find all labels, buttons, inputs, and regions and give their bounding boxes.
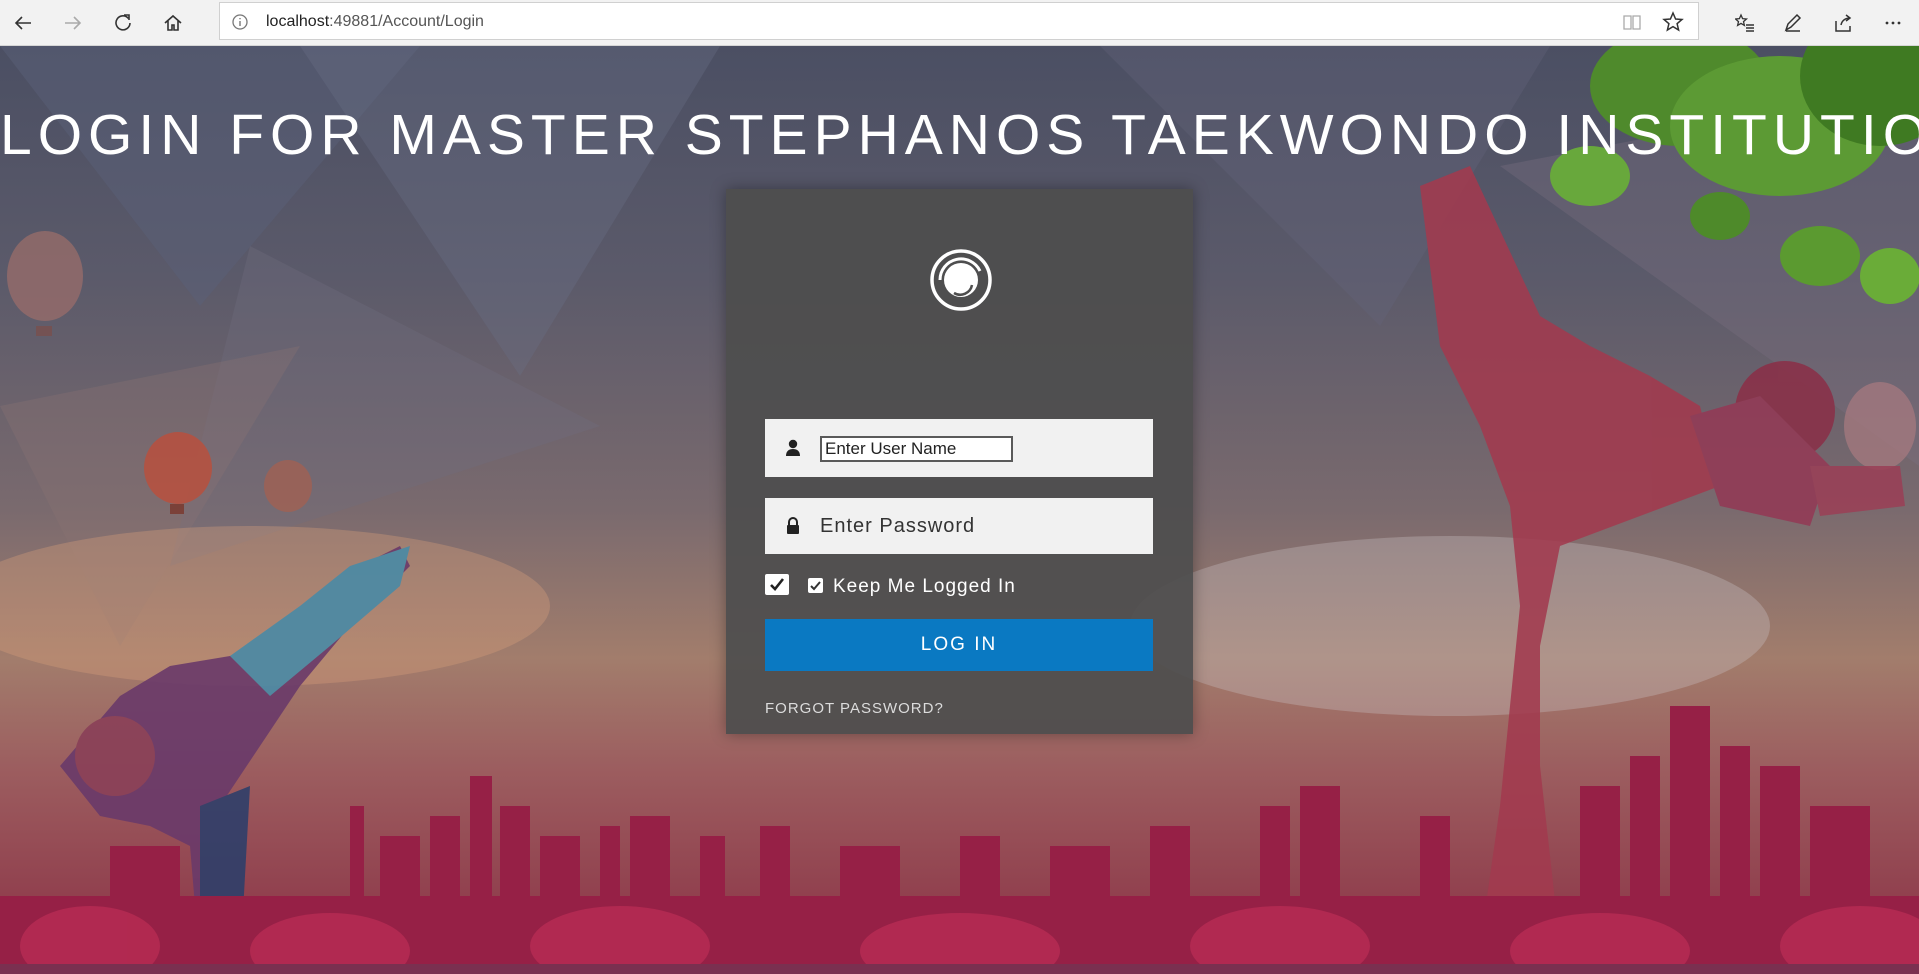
share-button[interactable] <box>1825 5 1861 41</box>
address-bar[interactable]: localhost:49881/Account/Login <box>219 2 1699 40</box>
back-icon <box>14 16 31 30</box>
username-input[interactable] <box>820 436 1013 462</box>
keep-logged-in-checkbox[interactable] <box>808 578 823 593</box>
home-icon <box>164 14 182 31</box>
favorites-list-button[interactable] <box>1727 5 1763 41</box>
user-icon <box>786 439 800 456</box>
keep-logged-in-label[interactable]: Keep Me Logged In <box>833 576 1016 598</box>
refresh-button[interactable] <box>105 5 141 41</box>
back-button[interactable] <box>5 5 41 41</box>
balloon <box>264 460 312 512</box>
balloon <box>7 231 83 336</box>
url-text[interactable]: localhost:49881/Account/Login <box>266 13 484 31</box>
url-host: localhost <box>266 13 330 30</box>
url-path: :49881/Account/Login <box>329 13 484 30</box>
share-icon <box>1835 14 1852 32</box>
login-page: LOGIN FOR MASTER STEPHANOS TAEKWONDO INS… <box>0 46 1919 974</box>
check-icon <box>770 578 785 591</box>
pen-button[interactable] <box>1775 5 1811 41</box>
password-field <box>765 498 1153 554</box>
home-button[interactable] <box>155 5 191 41</box>
favorite-star-icon[interactable] <box>1662 11 1684 33</box>
logo-icon <box>930 249 992 311</box>
login-button[interactable]: LOG IN <box>765 619 1153 671</box>
lock-icon <box>787 517 799 534</box>
refresh-icon <box>115 14 131 31</box>
reading-view-icon[interactable] <box>1622 12 1642 32</box>
page-title: LOGIN FOR MASTER STEPHANOS TAEKWONDO INS… <box>0 103 1919 167</box>
username-field <box>765 419 1153 477</box>
forward-button[interactable] <box>55 5 91 41</box>
check-icon <box>810 581 821 591</box>
remember-me-checkbox[interactable] <box>765 574 789 595</box>
pen-icon <box>1784 13 1802 32</box>
favorites-list-icon <box>1735 13 1754 32</box>
forward-icon <box>65 16 82 30</box>
login-card: Keep Me Logged In LOG IN FORGOT PASSWORD… <box>726 189 1193 734</box>
more-button[interactable] <box>1875 5 1911 41</box>
password-input[interactable] <box>820 512 1120 540</box>
browser-toolbar: localhost:49881/Account/Login <box>0 0 1919 46</box>
info-icon[interactable] <box>230 12 250 32</box>
hearts-foreground <box>20 906 1919 974</box>
balloon <box>1844 382 1916 470</box>
forgot-password-link[interactable]: FORGOT PASSWORD? <box>765 700 944 717</box>
more-icon <box>1885 21 1901 25</box>
